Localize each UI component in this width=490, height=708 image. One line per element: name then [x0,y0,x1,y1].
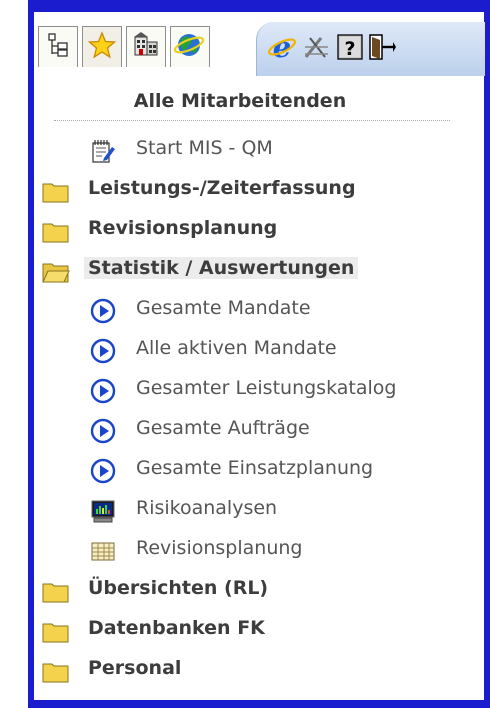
tree-item-label: Gesamte Aufträge [136,417,310,439]
tree-item-einsatzplanung[interactable]: Gesamte Einsatzplanung [34,452,484,488]
tree-item-label: Gesamter Leistungskatalog [136,377,397,399]
tree-item-auftraege[interactable]: Gesamte Aufträge [34,412,484,448]
building-icon [132,31,160,63]
tree-item-revisionsplanung[interactable]: Revisionsplanung [34,532,484,568]
play-circle-icon [90,378,116,404]
tree-folder-label: Revisionsplanung [88,217,278,239]
internet-explorer-icon: e [267,30,297,66]
folder-icon [42,178,69,204]
svg-text:e: e [273,32,291,62]
tree-item-gesamte-mandate[interactable]: Gesamte Mandate [34,292,484,328]
navigation-panel: e ? Alle Mitarbeitenden Start MIS - QM L… [34,12,485,700]
spreadsheet-icon [90,538,116,564]
tree-folder-label: Personal [88,657,182,679]
window-frame-bottom [28,700,490,708]
tree-folder-label: Statistik / Auswertungen [84,257,359,279]
tool-strip: e ? [256,22,485,76]
folder-icon [42,218,69,244]
tree-folder-label: Datenbanken FK [88,617,265,639]
folder-icon [42,578,69,604]
help-button[interactable]: ? [335,34,365,64]
tree-item-label: Gesamte Einsatzplanung [136,457,374,479]
tree-folder-label: Leistungs-/Zeiterfassung [88,177,356,199]
play-circle-icon [90,418,116,444]
tree-item-label: Start MIS - QM [136,137,273,159]
play-circle-icon [90,338,116,364]
play-circle-icon [90,458,116,484]
help-glyph: ? [344,38,355,60]
tab-globe[interactable] [170,26,210,67]
window-frame-top [28,0,490,12]
favorites-star-icon [87,31,117,63]
tab-building[interactable] [126,26,166,67]
play-circle-icon [90,298,116,324]
tree-folder-statistik[interactable]: Statistik / Auswertungen [34,252,484,288]
settings-button[interactable] [301,34,331,64]
tree-item-label: Alle aktiven Mandate [136,337,337,359]
folder-open-icon [42,258,70,284]
tree-folder-personal[interactable]: Personal [34,652,484,688]
settings-tools-icon [301,32,331,66]
tree-view-icon [46,32,70,62]
window-frame-right [484,0,490,708]
monitor-chart-icon [90,498,116,524]
globe-network-icon [173,31,206,63]
help-icon: ? [336,33,364,65]
tree-item-leistungskatalog[interactable]: Gesamter Leistungskatalog [34,372,484,408]
tree-item-label: Risikoanalysen [136,497,278,519]
tree-folder-uebersichten[interactable]: Übersichten (RL) [34,572,484,608]
folder-icon [42,618,69,644]
tree-folder-leistung[interactable]: Leistungs-/Zeiterfassung [34,172,484,208]
logout-button[interactable] [367,34,397,64]
tree-folder-label: Übersichten (RL) [88,577,269,599]
tree-item-label: Gesamte Mandate [136,297,311,319]
tree-item-label: Revisionsplanung [136,537,303,559]
notepad-pencil-icon [90,138,116,164]
tab-tree-view[interactable] [38,26,78,67]
exit-door-icon [367,32,397,66]
tree-folder-revision[interactable]: Revisionsplanung [34,212,484,248]
folder-icon [42,658,69,684]
divider [54,120,450,121]
tab-favorites[interactable] [82,26,122,67]
tree-item-aktive-mandate[interactable]: Alle aktiven Mandate [34,332,484,368]
open-browser-button[interactable]: e [267,30,297,66]
tree-folder-datenbanken[interactable]: Datenbanken FK [34,612,484,648]
tree-item-risikoanalysen[interactable]: Risikoanalysen [34,492,484,528]
tab-bar: e ? [34,12,485,84]
page-title: Alle Mitarbeitenden [133,90,347,112]
tree-item-start-mis[interactable]: Start MIS - QM [34,132,484,168]
